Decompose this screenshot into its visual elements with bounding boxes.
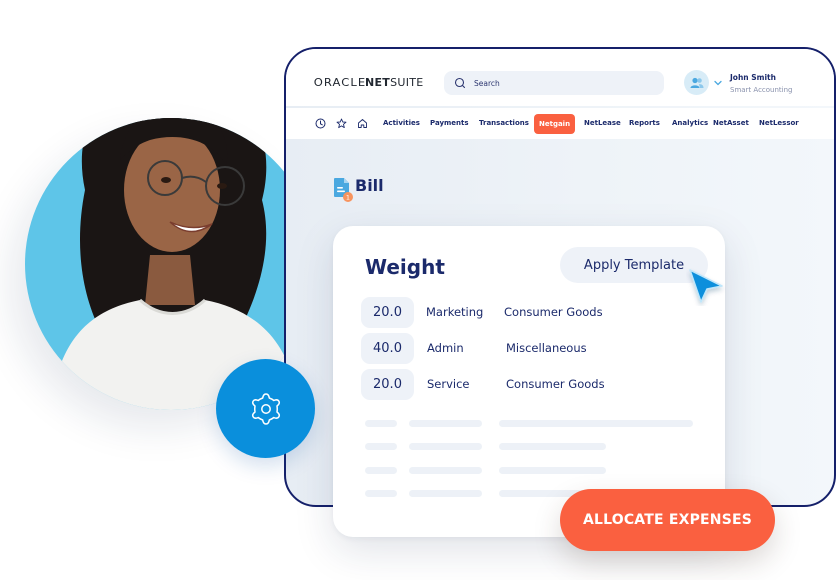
category-label: Consumer Goods bbox=[506, 377, 605, 391]
star-icon[interactable] bbox=[336, 118, 347, 129]
logo-oracle: ORACLE bbox=[313, 76, 367, 89]
chevron-down-icon[interactable] bbox=[714, 80, 722, 86]
weight-value[interactable]: 40.0 bbox=[361, 333, 414, 364]
skeleton-line bbox=[499, 467, 606, 474]
users-icon bbox=[690, 77, 703, 88]
allocate-expenses-button[interactable]: ALLOCATE EXPENSES bbox=[560, 489, 775, 551]
nav-item-netlessor[interactable]: NetLessor bbox=[759, 115, 799, 132]
top-bar: ORACLE NETSUITE Search John Smith Smart … bbox=[286, 49, 834, 106]
department-label: Admin bbox=[427, 341, 464, 355]
badge-count: 1 bbox=[346, 194, 350, 202]
allocation-row[interactable]: 20.0 Service Consumer Goods bbox=[361, 369, 701, 400]
clock-icon[interactable] bbox=[315, 118, 326, 129]
skeleton-line bbox=[365, 420, 397, 427]
skeleton-line bbox=[365, 490, 397, 497]
allocation-row[interactable]: 40.0 Admin Miscellaneous bbox=[361, 333, 701, 364]
user-name: John Smith bbox=[730, 73, 776, 82]
skeleton-line bbox=[409, 467, 482, 474]
category-label: Miscellaneous bbox=[506, 341, 587, 355]
skeleton-line bbox=[499, 443, 606, 450]
oracle-netsuite-logo[interactable]: ORACLE NETSUITE bbox=[313, 76, 424, 89]
skeleton-line bbox=[365, 443, 397, 450]
category-label: Consumer Goods bbox=[504, 305, 603, 319]
skeleton-line bbox=[409, 490, 482, 497]
logo-suite: SUITE bbox=[390, 76, 424, 89]
search-icon bbox=[454, 77, 466, 89]
skeleton-line bbox=[499, 420, 693, 427]
nav-item-netlease[interactable]: NetLease bbox=[584, 115, 621, 132]
mouse-cursor-icon bbox=[689, 269, 723, 303]
nav-item-netasset[interactable]: NetAsset bbox=[713, 115, 749, 132]
main-nav: Activities Payments Transactions Netgain… bbox=[286, 108, 834, 139]
card-title: Weight bbox=[365, 255, 445, 279]
bill-icon: 1 bbox=[334, 178, 353, 202]
logo-net: NET bbox=[364, 76, 391, 89]
user-role: Smart Accounting bbox=[730, 86, 793, 94]
skeleton-line bbox=[409, 443, 482, 450]
weight-value[interactable]: 20.0 bbox=[361, 369, 414, 400]
nav-item-payments[interactable]: Payments bbox=[430, 115, 469, 132]
home-icon[interactable] bbox=[357, 118, 368, 129]
nav-item-netgain[interactable]: Netgain bbox=[534, 114, 576, 134]
page-title: Bill bbox=[355, 176, 384, 195]
user-avatar-button[interactable] bbox=[684, 70, 709, 95]
search-input[interactable]: Search bbox=[444, 71, 664, 95]
allocation-row[interactable]: 20.0 Marketing Consumer Goods bbox=[361, 297, 701, 328]
gear-icon bbox=[251, 392, 280, 425]
nav-item-transactions[interactable]: Transactions bbox=[479, 115, 529, 132]
search-placeholder: Search bbox=[474, 78, 500, 88]
skeleton-line bbox=[365, 467, 397, 474]
department-label: Service bbox=[427, 377, 470, 391]
nav-item-reports[interactable]: Reports bbox=[629, 115, 660, 132]
nav-item-analytics[interactable]: Analytics bbox=[672, 115, 708, 132]
weight-value[interactable]: 20.0 bbox=[361, 297, 414, 328]
department-label: Marketing bbox=[426, 305, 484, 319]
skeleton-line bbox=[409, 420, 482, 427]
nav-item-activities[interactable]: Activities bbox=[383, 115, 420, 132]
settings-button[interactable] bbox=[216, 359, 315, 458]
